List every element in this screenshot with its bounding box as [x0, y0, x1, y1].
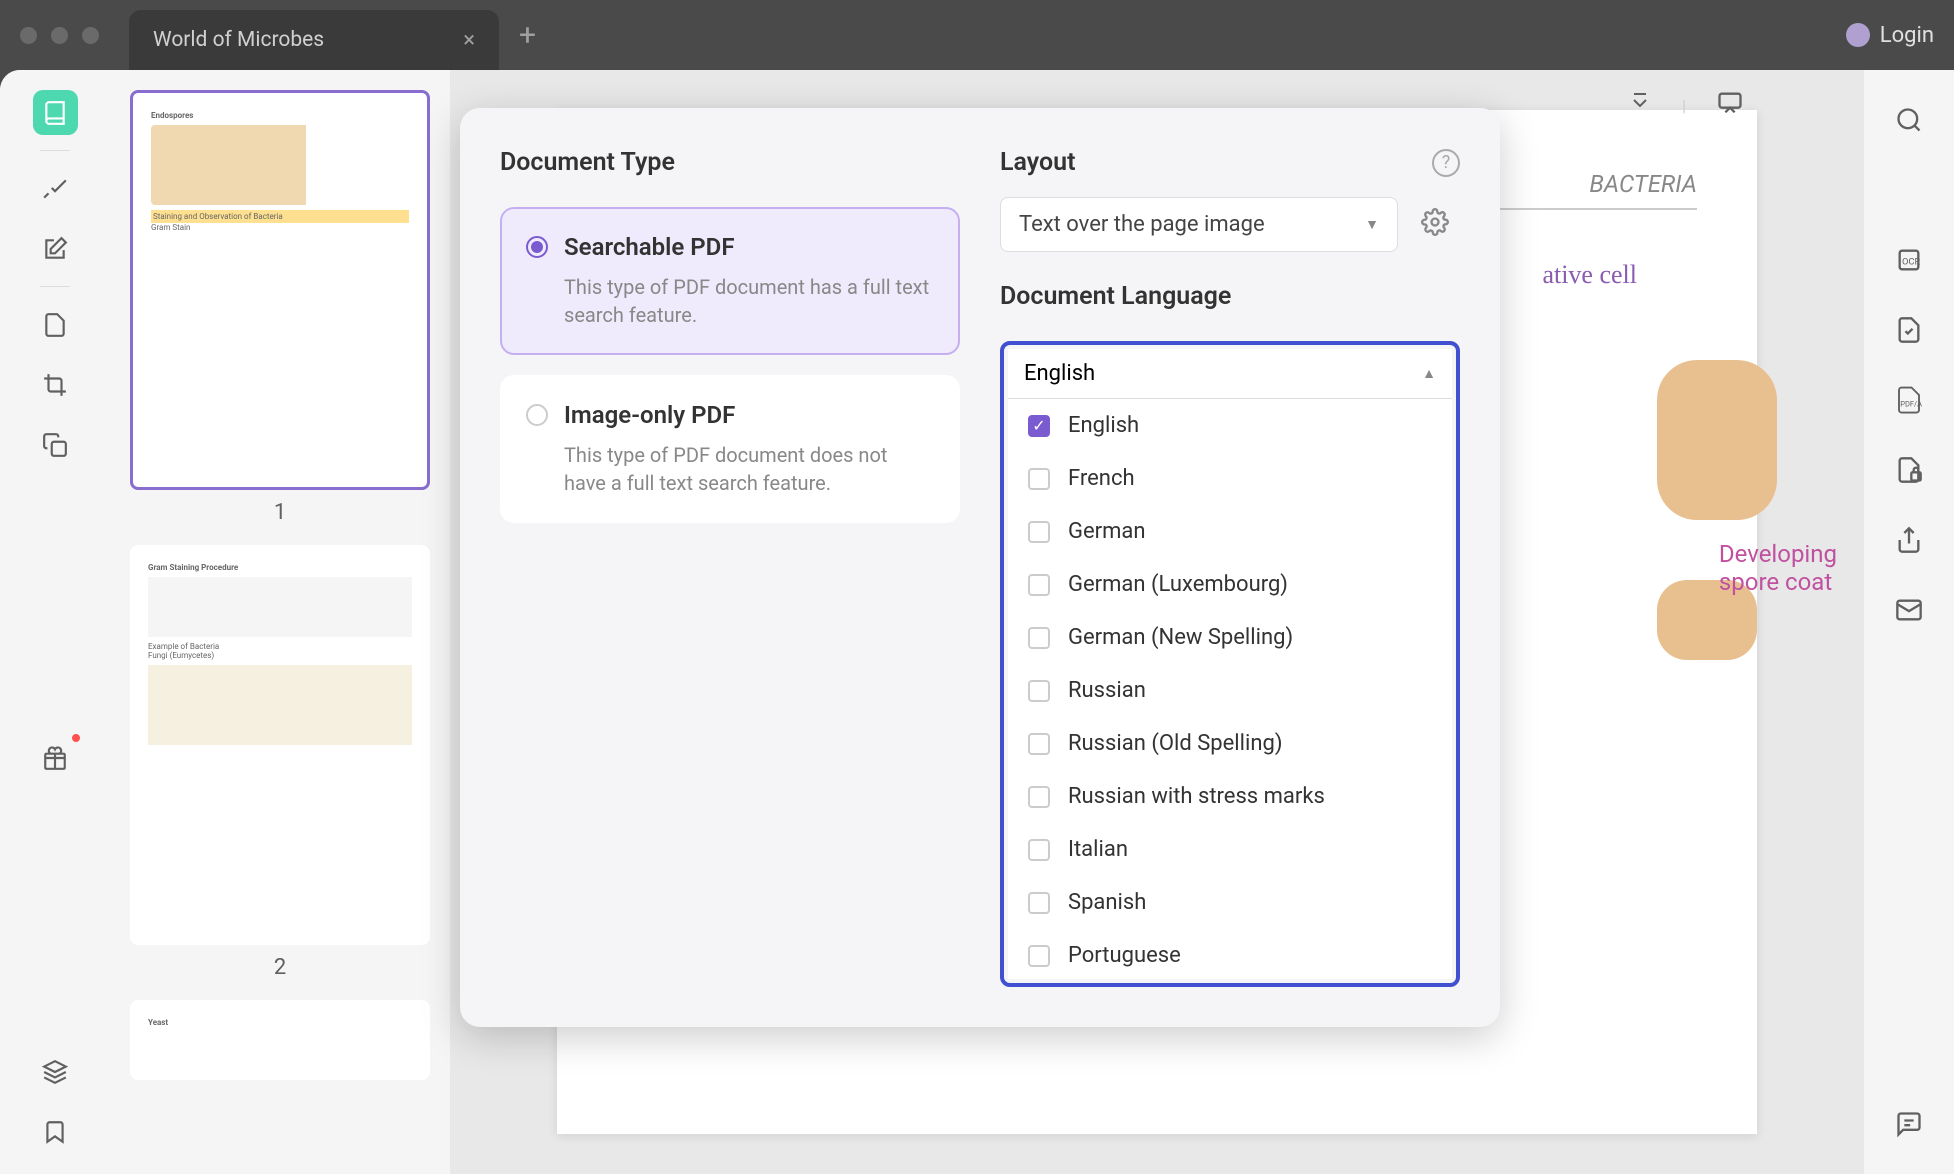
ocr-settings-modal: Document Type Searchable PDF This type o… [460, 108, 1500, 1027]
radio-checked-icon [526, 236, 548, 258]
tab-title: World of Microbes [153, 28, 324, 52]
language-option-german-luxembourg[interactable]: German (Luxembourg) [1008, 558, 1452, 611]
document-tab[interactable]: World of Microbes × [129, 10, 499, 70]
highlighter-icon[interactable] [33, 166, 78, 211]
copy-icon[interactable] [33, 422, 78, 467]
ocr-icon[interactable]: OCR [1889, 240, 1929, 280]
presentation-icon[interactable] [1716, 89, 1744, 121]
left-sidebar [0, 70, 110, 1174]
thumbnail-number: 1 [130, 500, 430, 525]
checkbox-icon [1028, 839, 1050, 861]
language-option-german[interactable]: German [1008, 505, 1452, 558]
language-option-russian[interactable]: Russian [1008, 664, 1452, 717]
option-description: This type of PDF document does not have … [564, 441, 934, 497]
comment-icon[interactable] [1889, 1104, 1929, 1144]
page-thumbnail-1[interactable]: Endospores Staining and Observation of B… [130, 90, 430, 490]
option-title: Searchable PDF [564, 233, 735, 261]
chevron-down-icon[interactable] [1628, 91, 1652, 119]
maximize-window-button[interactable] [82, 27, 99, 44]
lock-file-icon[interactable] [1889, 450, 1929, 490]
annotation: Developing spore coat [1719, 540, 1837, 596]
gift-icon[interactable] [33, 736, 78, 781]
checkbox-icon [1028, 733, 1050, 755]
search-icon[interactable] [1889, 100, 1929, 140]
document-type-heading: Document Type [500, 148, 960, 177]
language-option-english[interactable]: English [1008, 399, 1452, 452]
login-label: Login [1880, 23, 1934, 48]
layout-value: Text over the page image [1019, 212, 1265, 237]
checkbox-icon [1028, 892, 1050, 914]
title-bar: World of Microbes × + Login [0, 0, 1954, 70]
close-window-button[interactable] [20, 27, 37, 44]
language-dropdown[interactable]: English ▲ English French German [1000, 341, 1460, 987]
share-icon[interactable] [1889, 520, 1929, 560]
convert-icon[interactable] [1889, 310, 1929, 350]
layout-settings-button[interactable] [1410, 197, 1460, 247]
checkbox-icon [1028, 627, 1050, 649]
right-sidebar: OCR PDF/A [1864, 70, 1954, 1174]
checkbox-icon [1028, 786, 1050, 808]
page-thumbnail-3[interactable]: Yeast [130, 1000, 430, 1080]
layout-heading: Layout [1000, 148, 1076, 177]
chevron-down-icon: ▼ [1365, 216, 1379, 233]
book-icon[interactable] [33, 90, 78, 135]
login-button[interactable]: Login [1846, 23, 1934, 48]
tab-close-button[interactable]: × [463, 28, 475, 53]
radio-unchecked-icon [526, 404, 548, 426]
language-heading: Document Language [1000, 282, 1460, 311]
chevron-up-icon: ▲ [1422, 365, 1436, 382]
thumbnail-number: 2 [130, 955, 430, 980]
layout-dropdown[interactable]: Text over the page image ▼ [1000, 197, 1398, 252]
option-title: Image-only PDF [564, 401, 735, 429]
image-only-pdf-option[interactable]: Image-only PDF This type of PDF document… [500, 375, 960, 523]
checkbox-icon [1028, 680, 1050, 702]
language-option-german-new-spelling[interactable]: German (New Spelling) [1008, 611, 1452, 664]
window-controls [20, 27, 99, 44]
bookmark-icon[interactable] [33, 1109, 78, 1154]
checkbox-icon [1028, 574, 1050, 596]
checkbox-icon [1028, 468, 1050, 490]
crop-icon[interactable] [33, 362, 78, 407]
language-option-french[interactable]: French [1008, 452, 1452, 505]
checkbox-icon [1028, 521, 1050, 543]
help-icon[interactable]: ? [1432, 149, 1460, 177]
section-label: BACTERIA [1589, 170, 1697, 198]
thumbnail-panel: Endospores Staining and Observation of B… [110, 70, 450, 1174]
pages-icon[interactable] [33, 302, 78, 347]
mail-icon[interactable] [1889, 590, 1929, 630]
annotation: ative cell [1542, 260, 1637, 290]
edit-text-icon[interactable] [33, 226, 78, 271]
language-selected: English [1024, 361, 1095, 386]
page-thumbnail-2[interactable]: Gram Staining Procedure Example of Bacte… [130, 545, 430, 945]
option-description: This type of PDF document has a full tex… [564, 273, 934, 329]
avatar-icon [1846, 23, 1870, 47]
minimize-window-button[interactable] [51, 27, 68, 44]
svg-text:OCR: OCR [1902, 257, 1920, 268]
language-option-spanish[interactable]: Spanish [1008, 876, 1452, 929]
language-option-russian-stress-marks[interactable]: Russian with stress marks [1008, 770, 1452, 823]
checkbox-checked-icon [1028, 415, 1050, 437]
layers-icon[interactable] [33, 1049, 78, 1094]
svg-text:PDF/A: PDF/A [1900, 399, 1922, 408]
searchable-pdf-option[interactable]: Searchable PDF This type of PDF document… [500, 207, 960, 355]
language-list: English French German German (Luxembourg… [1008, 399, 1452, 979]
language-option-italian[interactable]: Italian [1008, 823, 1452, 876]
pdfa-icon[interactable]: PDF/A [1889, 380, 1929, 420]
language-input[interactable]: English ▲ [1008, 349, 1452, 399]
checkbox-icon [1028, 945, 1050, 967]
language-option-portuguese[interactable]: Portuguese [1008, 929, 1452, 979]
new-tab-button[interactable]: + [519, 18, 536, 53]
language-option-russian-old-spelling[interactable]: Russian (Old Spelling) [1008, 717, 1452, 770]
